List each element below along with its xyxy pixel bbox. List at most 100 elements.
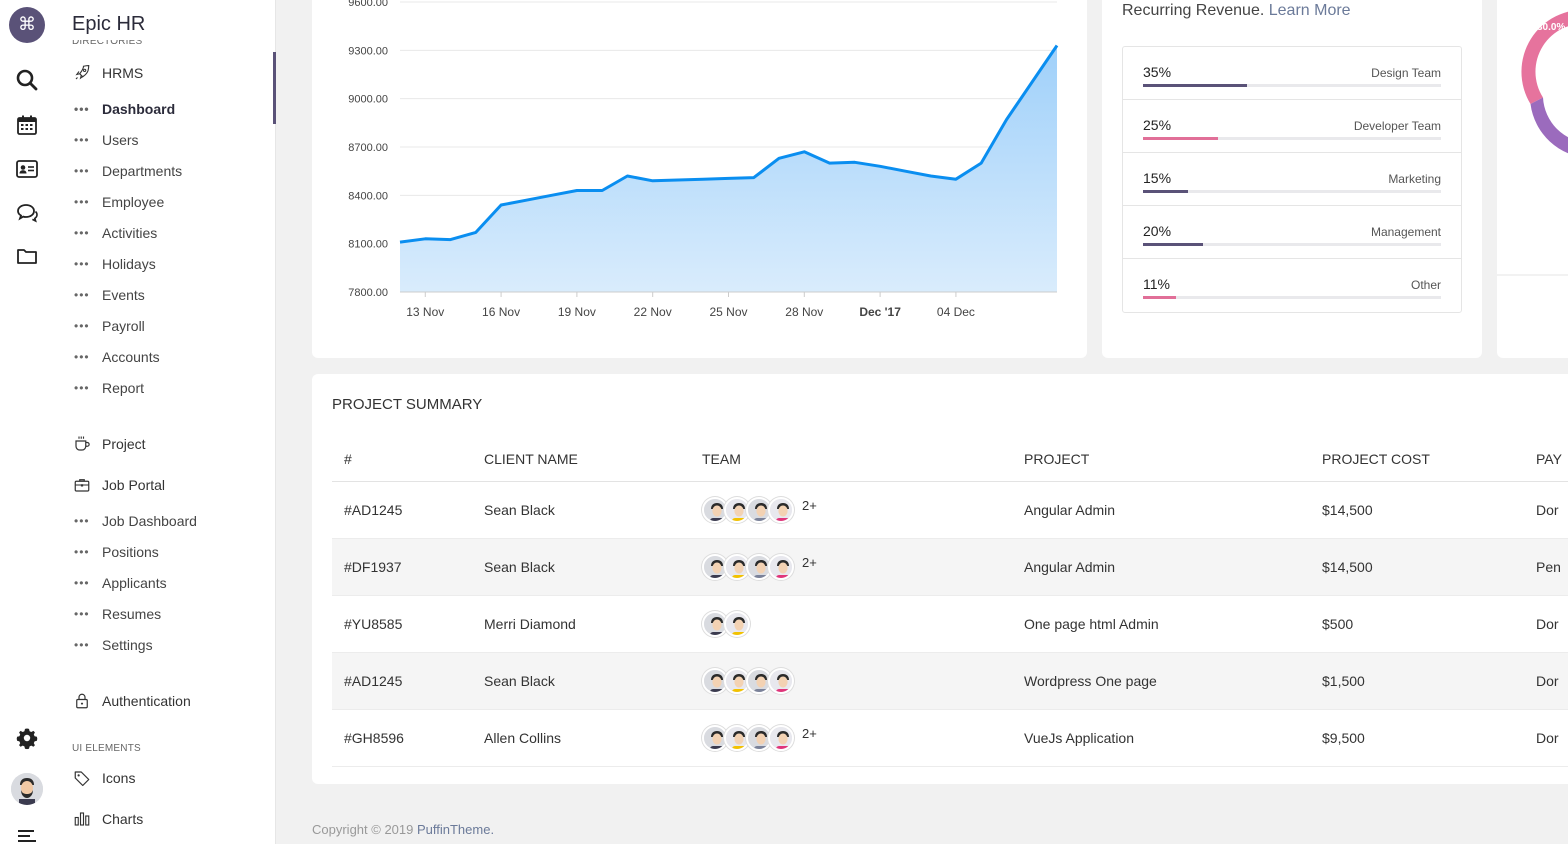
sidebar-item-users[interactable]: ••• Users (74, 130, 262, 150)
sidebar-item-label: Holidays (102, 256, 156, 272)
sidebar-item-label: Applicants (102, 575, 167, 591)
section-label-ui-elements: UI ELEMENTS (72, 743, 141, 754)
sidebar-item-label: Accounts (102, 349, 160, 365)
team-member-avatar[interactable] (768, 724, 794, 751)
sidebar-item-applicants[interactable]: ••• Applicants (74, 573, 262, 593)
cell-cost: $9,500 (1322, 709, 1536, 767)
sidebar-item-label: Job Dashboard (102, 513, 197, 529)
chat-icon[interactable] (15, 201, 39, 225)
avatar[interactable] (11, 773, 43, 805)
table-row[interactable]: #AD1245 Sean Black 2+ Angular Admin $14,500 D… (332, 481, 1568, 539)
cell-team (702, 595, 1024, 653)
cell-team: 2+ (702, 538, 1024, 596)
logo-icon[interactable]: ⌘ (9, 7, 45, 43)
team-member-avatar[interactable] (768, 496, 794, 523)
dots-icon: ••• (74, 381, 90, 395)
project-summary-title: PROJECT SUMMARY (332, 396, 483, 413)
progress-fill (1143, 84, 1248, 87)
sidebar-item-hrms[interactable]: HRMS (72, 63, 262, 83)
x-tick-label: 13 Nov (406, 305, 444, 319)
team-more-count[interactable]: 2+ (802, 498, 817, 513)
table-row[interactable]: #YU8585 Merri Diamond One page html Admin $… (332, 595, 1568, 653)
team-more-count[interactable]: 2+ (802, 555, 817, 570)
revenue-label: Developer Team (1353, 119, 1441, 133)
dots-icon: ••• (74, 350, 90, 364)
sidebar-item-label: Authentication (102, 693, 191, 709)
revenue-label: Management (1370, 225, 1441, 239)
sidebar-item-report[interactable]: ••• Report (74, 378, 262, 398)
revenue-label: Design Team (1371, 66, 1441, 80)
sidebar-item-dashboard[interactable]: ••• Dashboard (74, 99, 262, 119)
sidebar-item-settings[interactable]: ••• Settings (74, 635, 262, 655)
sidebar-item-label: Events (102, 287, 145, 303)
folder-icon[interactable] (15, 244, 39, 268)
sidebar-item-activities[interactable]: ••• Activities (74, 223, 262, 243)
column-header-id: # (332, 437, 484, 482)
sidebar-item-label: Positions (102, 544, 159, 560)
progress-fill (1143, 243, 1203, 246)
table-row[interactable]: #AD1245 Sean Black Wordpress One page $1,50… (332, 652, 1568, 710)
sidebar-item-holidays[interactable]: ••• Holidays (74, 254, 262, 274)
dots-icon: ••• (74, 576, 90, 590)
team-member-avatar[interactable] (768, 553, 794, 580)
revenue-breakdown-list: 35% Design Team 25% Developer Team 15% Market… (1122, 46, 1462, 313)
lock-icon (72, 692, 92, 710)
learn-more-link[interactable]: Learn More (1269, 2, 1351, 19)
icon-rail: ⌘ (0, 0, 54, 844)
sidebar-item-payroll[interactable]: ••• Payroll (74, 316, 262, 336)
cell-cost: $500 (1322, 595, 1536, 653)
sidebar-item-job-dashboard[interactable]: ••• Job Dashboard (74, 511, 262, 531)
column-header-project: PROJECT (1024, 437, 1322, 482)
cell-team (702, 652, 1024, 710)
cell-payment: Dor (1536, 709, 1568, 767)
y-tick-label: 9300.00 (348, 45, 388, 57)
search-icon[interactable] (15, 68, 39, 92)
section-label-directories: DIRECTORIES (72, 40, 143, 47)
sidebar-item-authentication[interactable]: Authentication (72, 691, 262, 711)
revenue-percent: 15% (1143, 170, 1172, 186)
coffee-cup-icon (72, 435, 92, 453)
dots-icon: ••• (74, 319, 90, 333)
sidebar-item-resumes[interactable]: ••• Resumes (74, 604, 262, 624)
menu-icon[interactable] (15, 826, 39, 844)
cell-payment: Dor (1536, 481, 1568, 539)
donut-slice-purple (1530, 97, 1568, 154)
gear-icon[interactable] (15, 726, 39, 750)
calendar-icon[interactable] (15, 113, 39, 137)
contact-card-icon[interactable] (15, 157, 39, 181)
table-row[interactable]: #DF1937 Sean Black 2+ Angular Admin $14,500 P… (332, 538, 1568, 596)
dots-icon: ••• (74, 164, 90, 178)
y-tick-label: 7800.00 (348, 287, 388, 299)
sidebar-item-label: Icons (102, 770, 136, 786)
sidebar-item-departments[interactable]: ••• Departments (74, 161, 262, 181)
sidebar-item-label: Report (102, 380, 145, 396)
sidebar-item-accounts[interactable]: ••• Accounts (74, 347, 262, 367)
cell-cost: $14,500 (1322, 538, 1536, 596)
active-menu-indicator (273, 52, 276, 124)
sidebar-item-events[interactable]: ••• Events (74, 285, 262, 305)
footer-brand-link[interactable]: PuffinTheme. (417, 822, 494, 837)
team-more-count[interactable]: 2+ (802, 726, 817, 741)
sidebar-item-icons[interactable]: Icons (72, 768, 262, 788)
revenue-label: Marketing (1388, 172, 1441, 186)
team-member-avatar[interactable] (724, 610, 750, 637)
cell-client: Allen Collins (484, 709, 702, 767)
dots-icon: ••• (74, 545, 90, 559)
progress-fill (1143, 190, 1188, 193)
team-member-avatar[interactable] (768, 667, 794, 694)
sidebar-item-positions[interactable]: ••• Positions (74, 542, 262, 562)
revenue-item: 11% Other (1123, 259, 1461, 312)
x-tick-label: 19 Nov (558, 305, 596, 319)
sidebar-item-project[interactable]: Project (72, 434, 262, 454)
table-row[interactable]: #GH8596 Allen Collins 2+ VueJs Application $… (332, 709, 1568, 767)
column-header-project-cost: PROJECT COST (1322, 437, 1536, 482)
revenue-title-text: Recurring Revenue. (1122, 2, 1265, 19)
revenue-label: Other (1410, 278, 1441, 292)
donut-chart: 30.0% (1497, 11, 1568, 276)
sidebar-item-label: Charts (102, 811, 144, 827)
rocket-icon (72, 64, 92, 82)
sidebar-item-charts[interactable]: Charts (72, 809, 262, 829)
sidebar-item-job-portal[interactable]: Job Portal (72, 475, 262, 495)
sidebar-item-employee[interactable]: ••• Employee (74, 192, 262, 212)
dots-icon: ••• (74, 288, 90, 302)
